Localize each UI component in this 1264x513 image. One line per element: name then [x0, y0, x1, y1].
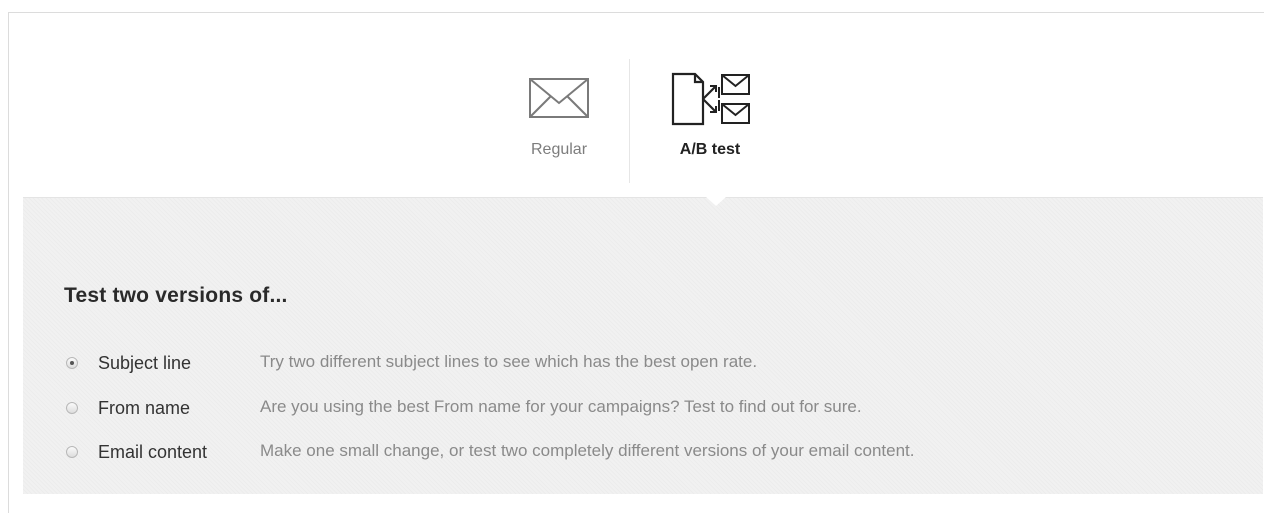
campaign-type-selector: Regular A/B test: [9, 13, 1264, 197]
email-content-radio[interactable]: [66, 446, 78, 458]
ab-test-option-email-content[interactable]: Email content Make one small change, or …: [66, 441, 1216, 465]
email-content-description: Make one small change, or test two compl…: [260, 441, 915, 460]
subject-line-description: Try two different subject lines to see w…: [260, 352, 758, 371]
ab-test-option-subject-line[interactable]: Subject line Try two different subject l…: [66, 352, 1216, 376]
campaign-type-frame: Regular A/B test Test two versions of...…: [8, 12, 1264, 513]
from-name-radio[interactable]: [66, 402, 78, 414]
campaign-type-ab-test-label: A/B test: [679, 141, 741, 158]
ab-test-heading: Test two versions of...: [64, 284, 288, 307]
campaign-type-ab-test[interactable]: A/B test: [650, 71, 770, 181]
ab-test-options-panel: Test two versions of... Subject line Try…: [23, 197, 1263, 494]
from-name-label: From name: [98, 398, 191, 418]
subject-line-radio[interactable]: [66, 357, 78, 369]
campaign-type-regular-label: Regular: [530, 141, 588, 158]
campaign-type-regular[interactable]: Regular: [499, 71, 619, 181]
email-content-label: Email content: [98, 442, 208, 462]
from-name-description: Are you using the best From name for you…: [260, 397, 862, 416]
selected-type-pointer: [706, 197, 726, 206]
envelope-icon: [529, 78, 589, 118]
subject-line-label: Subject line: [98, 353, 192, 373]
ab-test-icon: [671, 72, 750, 126]
ab-test-option-from-name[interactable]: From name Are you using the best From na…: [66, 397, 1216, 421]
campaign-type-divider: [629, 59, 630, 183]
